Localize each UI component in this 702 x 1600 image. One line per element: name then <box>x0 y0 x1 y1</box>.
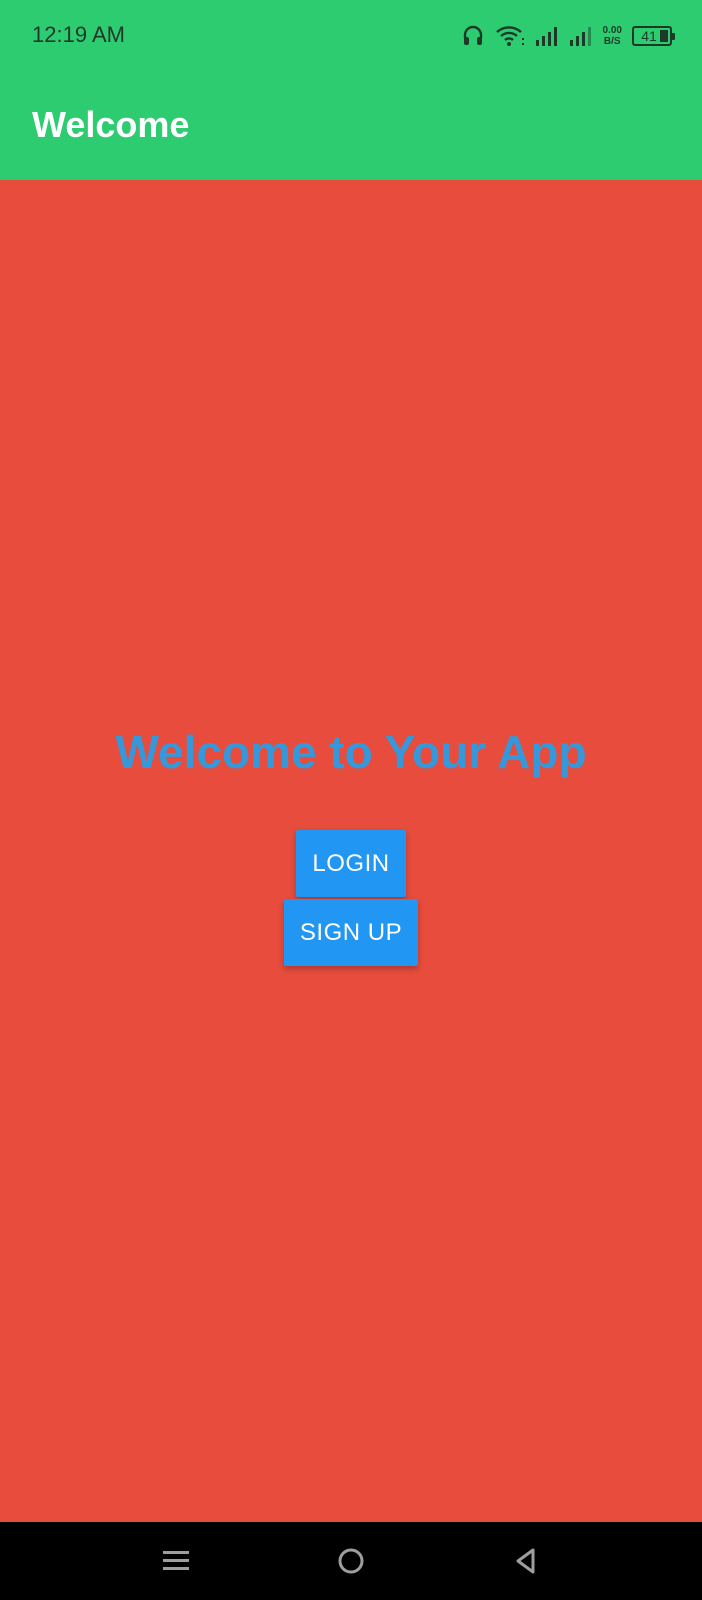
wifi-icon <box>495 24 525 48</box>
signal-icon <box>535 25 559 47</box>
status-time: 12:19 AM <box>32 22 125 47</box>
network-speed-unit: B/S <box>603 36 621 47</box>
network-speed: 0.00 B/S <box>603 25 622 47</box>
welcome-heading: Welcome to Your App <box>115 726 587 778</box>
main-content: Welcome to Your App LOGIN SIGN UP <box>0 180 702 1522</box>
status-icons: 0.00 B/S 41 <box>461 18 675 54</box>
back-icon[interactable] <box>506 1541 546 1581</box>
battery-percent: 41 <box>641 28 657 44</box>
login-button[interactable]: LOGIN <box>296 830 406 897</box>
battery-level <box>660 30 668 42</box>
app-header: 12:19 AM 0.00 B/S 41 Welcome <box>0 0 702 180</box>
home-icon[interactable] <box>331 1541 371 1581</box>
sign-up-button[interactable]: SIGN UP <box>284 899 418 966</box>
signal-icon <box>569 25 593 47</box>
status-bar: 12:19 AM 0.00 B/S 41 <box>0 0 702 72</box>
headphones-icon <box>461 24 485 48</box>
network-speed-value: 0.00 <box>602 25 622 36</box>
navigation-bar <box>0 1522 702 1600</box>
battery-icon: 41 <box>632 26 675 46</box>
page-title: Welcome <box>32 104 190 145</box>
menu-icon[interactable] <box>156 1541 196 1581</box>
